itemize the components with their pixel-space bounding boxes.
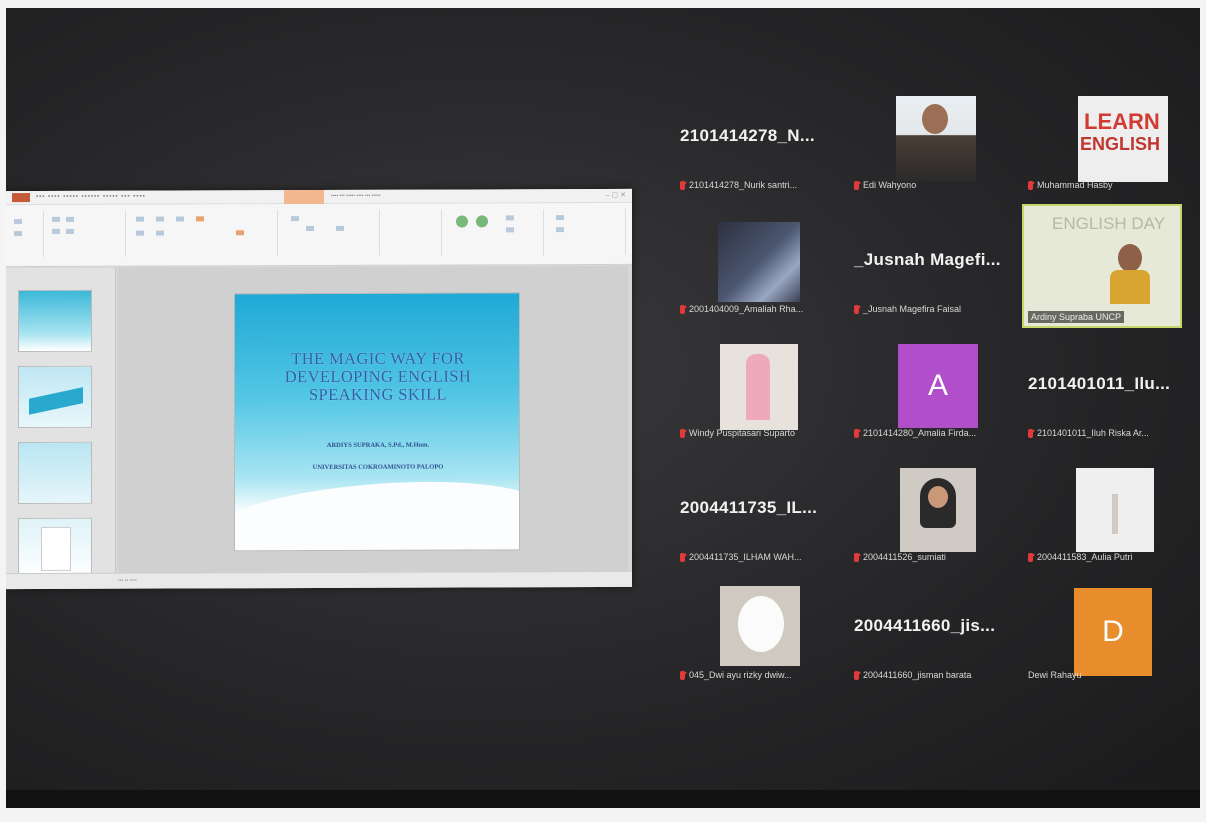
participant-tile[interactable]: _Jusnah Magefi... _Jusnah Magefira Faisa… — [848, 214, 1018, 324]
mic-muted-icon — [854, 552, 859, 562]
participant-tile[interactable]: 2101414278_N... 2101414278_Nurik santri.… — [674, 90, 844, 200]
participant-display-name: 2101401011_Ilu... — [1028, 374, 1171, 393]
mic-muted-icon — [854, 180, 859, 190]
mic-muted-icon — [680, 428, 685, 438]
participant-display-name: 2004411660_jis... — [854, 616, 996, 635]
document-title: ▪▪▪▪ ▪▪▪ ▪▪▪▪▪ ▪▪▪▪ ▪▪▪ ▪▪▪▪▪ — [331, 192, 381, 199]
avatar: D — [1074, 588, 1152, 676]
monitor-bezel — [6, 790, 1200, 808]
ribbon-tab-active[interactable] — [284, 189, 324, 205]
participant-name: Dewi Rahayu — [1028, 670, 1082, 680]
participant-video — [720, 586, 800, 666]
participant-video — [718, 222, 800, 302]
participant-tile[interactable]: D Dewi Rahayu — [1022, 580, 1192, 690]
participant-display-name: 2004411735_IL... — [680, 498, 818, 517]
mic-muted-icon — [854, 428, 859, 438]
slide-editing-canvas[interactable]: THE MAGIC WAY FOR DEVELOPING ENGLISH SPE… — [118, 265, 628, 573]
participant-name: _Jusnah Magefira Faisal — [863, 304, 962, 314]
participant-video — [896, 96, 976, 182]
participant-name: 2101414280_Amalia Firda... — [863, 428, 977, 438]
window-controls[interactable]: – ▢ ✕ — [606, 191, 626, 199]
shared-screen-powerpoint[interactable]: ▪▪▪ ▪▪▪▪ ▪▪▪▪▪ ▪▪▪▪▪▪ ▪▪▪▪▪ ▪▪▪ ▪▪▪▪ ▪▪▪… — [6, 188, 632, 590]
participant-tile[interactable]: 2004411735_IL... 2004411735_ILHAM WAH... — [674, 462, 844, 572]
participant-video — [900, 468, 976, 552]
slide-title: THE MAGIC WAY FOR DEVELOPING ENGLISH SPE… — [284, 348, 472, 405]
participant-tile[interactable]: 045_Dwi ayu rizky dwiw... — [674, 580, 844, 690]
participant-name: Windy Puspitasari Suparto — [689, 428, 796, 438]
ppt-status-bar: ▪▪▪ ▪▪ ▪▪▪▪ — [6, 570, 632, 590]
ppt-ribbon — [6, 202, 632, 268]
participant-name: Ardiny Supraba UNCP — [1028, 311, 1125, 323]
participant-name: 2101401011_Iluh Riska Ar... — [1037, 428, 1149, 438]
avatar: A — [898, 344, 978, 428]
mic-muted-icon — [854, 670, 859, 680]
mic-muted-icon — [680, 304, 685, 314]
participant-tile-active-speaker[interactable]: ENGLISH DAY Ardiny Supraba UNCP — [1022, 204, 1182, 328]
current-slide[interactable]: THE MAGIC WAY FOR DEVELOPING ENGLISH SPE… — [234, 292, 520, 552]
participant-name: 2004411526_sumiati — [863, 552, 946, 562]
participant-tile[interactable]: A 2101414280_Amalia Firda... — [848, 338, 1018, 448]
participant-display-name: 2101414278_N... — [680, 126, 815, 145]
participant-tile[interactable]: 2001404009_Amaliah Rha... — [674, 214, 844, 324]
learn-english-banner: LEARN — [1084, 109, 1160, 134]
slide-thumbnail-4[interactable] — [18, 517, 92, 581]
slide-thumbnail-2[interactable] — [18, 365, 92, 429]
participant-name: 2004411735_ILHAM WAH... — [689, 552, 802, 562]
participant-name: 2001404009_Amaliah Rha... — [689, 304, 804, 314]
participant-name: 2101414278_Nurik santri... — [689, 180, 798, 190]
participant-name: Edi Wahyono — [863, 180, 917, 190]
participant-name: 2004411583_Aulia Putri — [1037, 552, 1133, 562]
participant-tile[interactable]: 2101401011_Ilu... 2101401011_Iluh Riska … — [1022, 338, 1200, 448]
mic-muted-icon — [854, 304, 859, 314]
participant-tile[interactable]: 2004411583_Aulia Putri — [1022, 462, 1192, 572]
file-tab[interactable] — [12, 193, 30, 203]
participant-tile[interactable]: 2004411660_jis... 2004411660_jisman bara… — [848, 580, 1018, 690]
mic-muted-icon — [1028, 428, 1033, 438]
participant-video: LEARN ENGLISH — [1078, 96, 1168, 182]
participant-name: 045_Dwi ayu rizky dwiw... — [689, 670, 792, 680]
ribbon-tabs[interactable]: ▪▪▪ ▪▪▪▪ ▪▪▪▪▪ ▪▪▪▪▪▪ ▪▪▪▪▪ ▪▪▪ ▪▪▪▪ — [36, 194, 146, 200]
participant-name: 2004411660_jisman barata — [863, 670, 972, 680]
slide-thumbnail-1[interactable] — [18, 289, 92, 353]
participant-tile[interactable]: LEARN ENGLISH Muhammad Hasby — [1022, 90, 1192, 200]
participant-display-name: _Jusnah Magefi... — [854, 250, 1001, 269]
mic-muted-icon — [680, 552, 685, 562]
mic-muted-icon — [680, 180, 685, 190]
slide-decoration — [234, 471, 520, 552]
slide-university: UNIVERSITAS COKROAMINOTO PALOPO — [312, 463, 444, 472]
mic-muted-icon — [1028, 552, 1033, 562]
monitor-screen: ▪▪▪ ▪▪▪▪ ▪▪▪▪▪ ▪▪▪▪▪▪ ▪▪▪▪▪ ▪▪▪ ▪▪▪▪ ▪▪▪… — [6, 8, 1200, 808]
participant-video — [720, 344, 798, 430]
participant-video — [1076, 468, 1154, 552]
participant-tile[interactable]: Windy Puspitasari Suparto — [674, 338, 844, 448]
slide-author: ARDIYS SUPRAKA, S.Pd., M.Hum. — [326, 441, 430, 449]
participant-tile[interactable]: Edi Wahyono — [848, 90, 1018, 200]
slide-thumbnail-3[interactable] — [18, 441, 92, 505]
mic-muted-icon — [1028, 180, 1033, 190]
participant-video — [1110, 242, 1150, 304]
slide-thumbnails-pane[interactable] — [6, 267, 116, 581]
participant-name: Muhammad Hasby — [1037, 180, 1113, 190]
participant-tile[interactable]: 2004411526_sumiati — [848, 462, 1018, 572]
mic-muted-icon — [680, 670, 685, 680]
english-day-banner: ENGLISH DAY — [1052, 214, 1166, 233]
learn-english-banner-2: ENGLISH — [1080, 134, 1161, 154]
